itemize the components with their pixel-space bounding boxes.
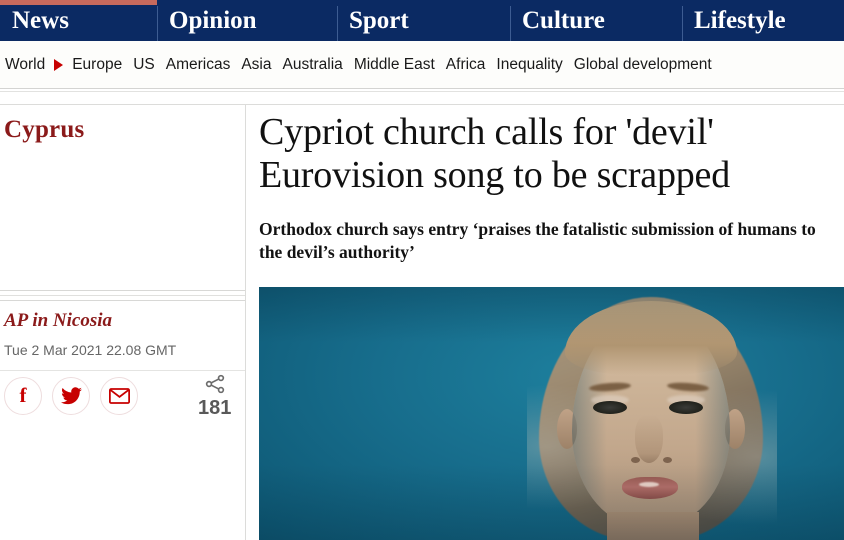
subnav-item-americas[interactable]: Americas	[166, 56, 231, 74]
nav-item-sport[interactable]: Sport	[337, 0, 510, 41]
social-share-row: f	[4, 377, 138, 415]
share-facebook-button[interactable]: f	[4, 377, 42, 415]
envelope-icon	[108, 388, 130, 404]
article-hero-image	[259, 287, 844, 540]
article-main-column: Cypriot church calls for 'devil' Eurovis…	[259, 105, 844, 540]
sidebar-rule	[0, 300, 245, 301]
nav-item-culture[interactable]: Culture	[510, 0, 682, 41]
subnav-item-us[interactable]: US	[133, 56, 155, 74]
active-section-accent-bar	[0, 0, 157, 5]
sidebar-rule	[0, 370, 245, 371]
subnav-item-europe[interactable]: Europe	[72, 56, 122, 74]
nav-item-culture-label: Culture	[522, 7, 605, 34]
horizontal-rule	[0, 88, 844, 89]
subnav-item-middle-east[interactable]: Middle East	[354, 56, 435, 74]
article-meta-sidebar: Cyprus AP in Nicosia Tue 2 Mar 2021 22.0…	[0, 105, 245, 540]
nav-item-lifestyle-label: Lifestyle	[694, 7, 786, 34]
sidebar-rule	[0, 290, 245, 291]
nav-item-sport-label: Sport	[349, 7, 409, 34]
subnav-item-asia[interactable]: Asia	[241, 56, 271, 74]
twitter-icon	[60, 387, 82, 405]
nav-divider	[157, 6, 158, 41]
nav-item-opinion[interactable]: Opinion	[157, 0, 337, 41]
subnav-item-australia[interactable]: Australia	[283, 56, 343, 74]
share-count: 181	[198, 397, 232, 419]
share-twitter-button[interactable]	[52, 377, 90, 415]
publish-timestamp: Tue 2 Mar 2021 22.08 GMT	[4, 342, 177, 358]
facebook-icon: f	[19, 383, 27, 407]
share-count-block[interactable]: 181	[198, 373, 231, 420]
photo-vignette	[259, 287, 844, 540]
byline[interactable]: AP in Nicosia	[4, 310, 112, 332]
primary-navigation: News Opinion Sport Culture Lifestyle	[0, 0, 844, 41]
article-standfirst: Orthodox church says entry ‘praises the …	[259, 219, 816, 263]
subnav-item-world[interactable]: World	[5, 56, 45, 74]
nav-item-opinion-label: Opinion	[169, 7, 257, 34]
secondary-navigation: World Europe US Americas Asia Australia …	[0, 41, 844, 88]
article-page: News Opinion Sport Culture Lifestyle Wor…	[0, 0, 844, 540]
nav-divider	[682, 6, 683, 41]
sidebar-rule	[0, 295, 245, 296]
share-icon	[205, 374, 224, 394]
share-email-button[interactable]	[100, 377, 138, 415]
subnav-item-africa[interactable]: Africa	[446, 56, 486, 74]
nav-divider	[510, 6, 511, 41]
chevron-right-icon	[54, 58, 64, 71]
nav-divider	[337, 6, 338, 41]
nav-item-news-label: News	[12, 7, 69, 34]
article-headline: Cypriot church calls for 'devil' Eurovis…	[259, 111, 731, 196]
nav-item-lifestyle[interactable]: Lifestyle	[682, 0, 844, 41]
horizontal-rule	[0, 91, 844, 92]
section-kicker[interactable]: Cyprus	[4, 116, 84, 144]
subnav-item-global-development[interactable]: Global development	[574, 56, 712, 74]
nav-item-news[interactable]: News	[0, 0, 157, 41]
column-divider	[245, 105, 246, 540]
subnav-item-inequality[interactable]: Inequality	[496, 56, 562, 74]
